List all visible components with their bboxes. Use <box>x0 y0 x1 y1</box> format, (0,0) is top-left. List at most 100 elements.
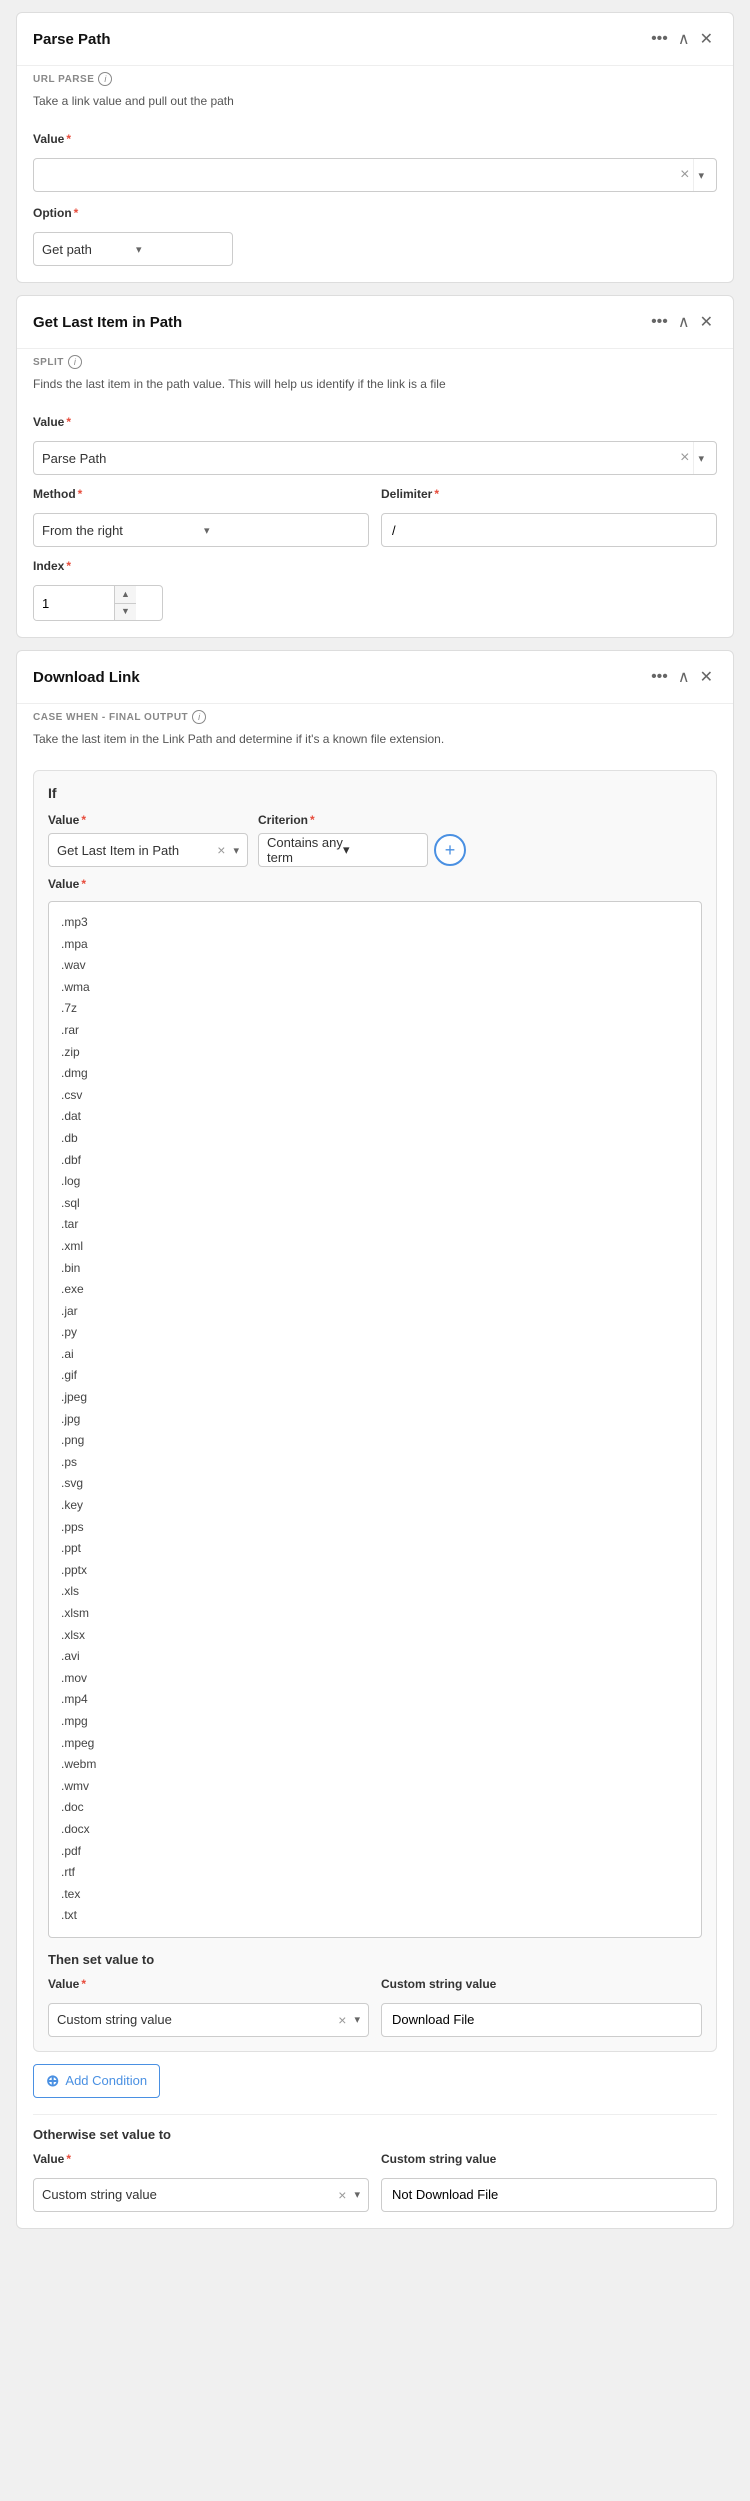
if-value-list-section: Value* .mp3.mpa.wav.wma.7z.rar.zip.dmg.c… <box>48 877 702 1938</box>
download-link-more-btn[interactable]: ••• <box>647 664 672 690</box>
add-condition-btn[interactable]: ⊕ Add Condition <box>33 2064 160 2098</box>
otherwise-value-tag: Custom string value <box>42 2187 334 2202</box>
get-last-item-index-field: Index* ▲ ▼ <box>33 559 717 621</box>
get-last-item-collapse-btn[interactable]: ∧ <box>674 308 694 336</box>
then-value-label: Value* <box>48 1977 369 1991</box>
list-item: .xml <box>61 1236 689 1258</box>
close-icon: ✕ <box>700 667 713 687</box>
then-custom-input[interactable] <box>381 2003 702 2037</box>
add-icon: ⊕ <box>46 2071 59 2091</box>
list-item: .wma <box>61 977 689 999</box>
list-item: .bin <box>61 1258 689 1280</box>
list-item: .db <box>61 1128 689 1150</box>
if-value-list-area[interactable]: .mp3.mpa.wav.wma.7z.rar.zip.dmg.csv.dat.… <box>48 901 702 1938</box>
then-value-tag-input[interactable]: Custom string value × ▾ <box>48 2003 369 2037</box>
if-value-field: Value* Get Last Item in Path × ▾ <box>48 813 248 867</box>
list-item: .mpg <box>61 1711 689 1733</box>
parse-path-subtitle-row: URL PARSE i <box>17 66 733 86</box>
then-label: Then set value to <box>48 1952 702 1967</box>
download-link-body: If Value* Get Last Item in Path × ▾ Crit… <box>17 758 733 2114</box>
get-last-item-delimiter-field: Delimiter* <box>381 487 717 547</box>
parse-path-more-btn[interactable]: ••• <box>647 26 672 52</box>
download-link-description: Take the last item in the Link Path and … <box>17 724 733 758</box>
if-value-clear-btn[interactable]: × <box>213 843 229 857</box>
list-item: .zip <box>61 1042 689 1064</box>
if-block: If Value* Get Last Item in Path × ▾ Crit… <box>33 770 717 2052</box>
list-item: .dmg <box>61 1063 689 1085</box>
get-last-item-value-arrow[interactable]: ▾ <box>693 442 708 474</box>
list-item: .pptx <box>61 1560 689 1582</box>
otherwise-block: Otherwise set value to Value* Custom str… <box>17 2115 733 2228</box>
close-icon: ✕ <box>700 312 713 332</box>
then-custom-field: Custom string value <box>381 1977 702 2037</box>
list-item: .mov <box>61 1668 689 1690</box>
download-link-info-icon[interactable]: i <box>192 710 206 724</box>
download-link-collapse-btn[interactable]: ∧ <box>674 663 694 691</box>
if-add-criterion-btn[interactable]: + <box>434 834 466 866</box>
otherwise-custom-input[interactable] <box>381 2178 717 2212</box>
parse-path-value-input[interactable]: × ▾ <box>33 158 717 192</box>
otherwise-value-field: Value* Custom string value × ▾ <box>33 2152 369 2212</box>
then-value-arrow[interactable]: ▾ <box>354 2013 360 2026</box>
get-last-item-index-input[interactable] <box>34 586 114 620</box>
if-criterion-select[interactable]: Contains any term ▾ <box>258 833 428 867</box>
download-link-close-btn[interactable]: ✕ <box>696 663 717 691</box>
list-item: .rar <box>61 1020 689 1042</box>
list-item: .jpeg <box>61 1387 689 1409</box>
parse-path-value-dropdown-arrow[interactable]: ▾ <box>693 159 708 191</box>
get-last-item-header: Get Last Item in Path ••• ∧ ✕ <box>17 296 733 349</box>
list-item: .svg <box>61 1473 689 1495</box>
get-last-item-title: Get Last Item in Path <box>33 314 639 331</box>
parse-path-info-icon[interactable]: i <box>98 72 112 86</box>
get-last-item-index-stepper[interactable]: ▲ ▼ <box>33 585 163 621</box>
parse-path-collapse-btn[interactable]: ∧ <box>674 25 694 53</box>
list-item: .jar <box>61 1301 689 1323</box>
then-value-clear-btn[interactable]: × <box>334 2013 350 2027</box>
get-last-item-close-btn[interactable]: ✕ <box>696 308 717 336</box>
get-last-item-subtitle-row: SPLIT i <box>17 349 733 369</box>
get-last-item-decrement-btn[interactable]: ▼ <box>115 604 136 621</box>
otherwise-value-arrow[interactable]: ▾ <box>354 2188 360 2201</box>
get-last-item-info-icon[interactable]: i <box>68 355 82 369</box>
if-value-tag-input[interactable]: Get Last Item in Path × ▾ <box>48 833 248 867</box>
get-last-item-value-tag: Parse Path <box>42 451 676 466</box>
get-last-item-method-field: Method* From the right ▾ <box>33 487 369 547</box>
list-item: .pps <box>61 1517 689 1539</box>
then-block: Then set value to Value* Custom string v… <box>48 1952 702 2037</box>
list-item: .sql <box>61 1193 689 1215</box>
list-item: .csv <box>61 1085 689 1107</box>
get-last-item-delimiter-input[interactable] <box>381 513 717 547</box>
get-last-item-more-btn[interactable]: ••• <box>647 309 672 335</box>
list-item: .png <box>61 1430 689 1452</box>
list-item: .wav <box>61 955 689 977</box>
list-item: .mp4 <box>61 1689 689 1711</box>
parse-path-value-text[interactable] <box>42 168 676 183</box>
get-last-item-value-input[interactable]: Parse Path × ▾ <box>33 441 717 475</box>
get-last-item-increment-btn[interactable]: ▲ <box>115 586 136 604</box>
list-item: .tar <box>61 1214 689 1236</box>
otherwise-value-clear-btn[interactable]: × <box>334 2188 350 2202</box>
get-last-item-method-select[interactable]: From the right ▾ <box>33 513 369 547</box>
list-item: .ai <box>61 1344 689 1366</box>
download-link-title: Download Link <box>33 669 639 686</box>
list-item: .xlsx <box>61 1625 689 1647</box>
get-last-item-index-label: Index* <box>33 559 717 573</box>
list-item: .xlsm <box>61 1603 689 1625</box>
otherwise-value-tag-input[interactable]: Custom string value × ▾ <box>33 2178 369 2212</box>
parse-path-clear-btn[interactable]: × <box>676 167 693 183</box>
get-last-item-clear-btn[interactable]: × <box>676 450 693 466</box>
list-item: .7z <box>61 998 689 1020</box>
list-item: .tex <box>61 1884 689 1906</box>
list-item: .webm <box>61 1754 689 1776</box>
dots-icon: ••• <box>651 30 668 48</box>
parse-path-option-select[interactable]: Get path ▾ <box>33 232 233 266</box>
get-last-item-method-arrow: ▾ <box>204 524 360 537</box>
download-link-card: Download Link ••• ∧ ✕ CASE WHEN - FINAL … <box>16 650 734 2229</box>
if-value-arrow[interactable]: ▾ <box>233 844 239 857</box>
download-link-header-icons: ••• ∧ ✕ <box>647 663 717 691</box>
list-item: .jpg <box>61 1409 689 1431</box>
parse-path-close-btn[interactable]: ✕ <box>696 25 717 53</box>
list-item: .dbf <box>61 1150 689 1172</box>
list-item: .log <box>61 1171 689 1193</box>
parse-path-value-field: Value* × ▾ <box>33 132 717 192</box>
